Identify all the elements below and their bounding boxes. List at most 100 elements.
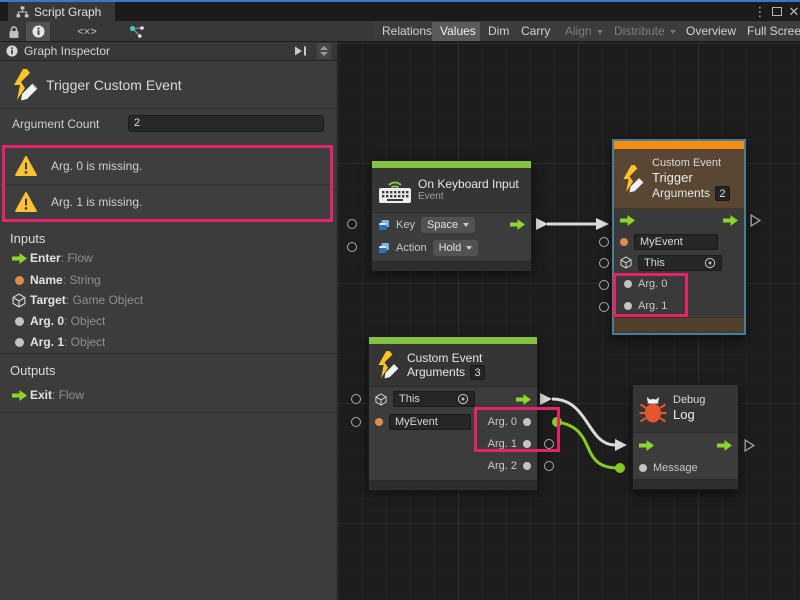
event-name-field[interactable]: MyEvent [389, 414, 471, 430]
value-port-icon [378, 219, 390, 231]
node-category: Custom Event [407, 351, 485, 365]
string-port-icon[interactable] [375, 418, 383, 426]
values-button[interactable]: Values [432, 22, 484, 41]
node-footer [633, 479, 738, 489]
target-field[interactable]: This [638, 255, 722, 271]
flow-continuation-triangle[interactable] [750, 214, 761, 227]
gameobject-cube-icon[interactable] [375, 393, 387, 406]
action-label: Action [396, 242, 427, 254]
flow-output-port[interactable] [510, 219, 525, 230]
event-name-field[interactable]: MyEvent [634, 234, 718, 250]
keyboard-icon [378, 177, 412, 204]
info-icon [32, 25, 45, 38]
node-custom-event-arguments[interactable]: Custom Event Arguments3 This [368, 336, 538, 488]
port-keyboard-key[interactable] [347, 219, 357, 229]
flow-continuation-triangle[interactable] [744, 439, 755, 452]
align-dropdown[interactable]: Align [557, 22, 611, 41]
tab-script-graph[interactable]: Script Graph [8, 2, 115, 21]
port-trigger-name[interactable] [599, 237, 609, 247]
object-picker-icon[interactable] [704, 257, 716, 269]
window-menu-button[interactable]: ⋮ [752, 2, 768, 21]
arg1-port-dot[interactable] [624, 302, 632, 310]
arg2-out-port-dot[interactable] [523, 462, 531, 470]
lock-button[interactable] [2, 22, 26, 41]
spin-up-icon [320, 46, 328, 50]
overview-button[interactable]: Overview [678, 22, 744, 41]
flow-output-port[interactable] [723, 215, 738, 226]
message-label: Message [653, 462, 698, 474]
close-button[interactable]: ✕ [786, 2, 800, 21]
node-footer [369, 480, 537, 490]
inspector-header: Graph Inspector [0, 42, 337, 61]
port-keyboard-action[interactable] [347, 242, 357, 252]
relations-button[interactable]: Relations [374, 22, 440, 41]
input-row-name: Name : String [0, 270, 337, 290]
port-trigger-arg0[interactable] [599, 280, 609, 290]
custom-event-icon [10, 68, 40, 102]
dim-button[interactable]: Dim [480, 22, 517, 41]
port-trigger-target[interactable] [599, 258, 609, 268]
node-trigger-custom-event[interactable]: Custom Event Trigger Arguments2 MyEvent [612, 139, 746, 335]
carry-button[interactable]: Carry [513, 22, 558, 41]
custom-event-icon [375, 350, 401, 380]
arg1-out-port-dot[interactable] [523, 440, 531, 448]
node-footer [614, 317, 744, 331]
input-row-arg1: Arg. 1 : Object [0, 332, 337, 352]
port-arguments-target[interactable] [351, 394, 361, 404]
code-view-button[interactable]: <×> [70, 22, 104, 41]
arguments-count-badge[interactable]: 2 [715, 186, 730, 201]
output-row-exit: Exit : Flow [0, 385, 337, 405]
gameobject-cube-icon[interactable] [620, 256, 632, 269]
panel-spinner[interactable] [317, 43, 331, 59]
object-picker-icon[interactable] [457, 393, 469, 405]
port-arguments-arg1-out[interactable] [544, 439, 554, 449]
inspector-header-label: Graph Inspector [24, 44, 110, 58]
dock-panel-icon[interactable] [295, 46, 307, 56]
warning-text: Arg. 0 is missing. [51, 159, 142, 173]
script-graph-window: Script Graph ⋮ ✕ <×> [0, 0, 800, 600]
warning-row: Arg. 0 is missing. [5, 148, 330, 184]
warning-row: Arg. 1 is missing. [5, 184, 330, 220]
node-on-keyboard-input[interactable]: On Keyboard Input Event Key Space [371, 160, 532, 270]
flow-arrow-icon [8, 253, 30, 264]
arg2-out-label: Arg. 2 [488, 460, 517, 472]
node-category: Debug [673, 394, 705, 407]
node-arguments-row: Arguments3 [407, 365, 485, 380]
port-arguments-name[interactable] [351, 417, 361, 427]
node-title: Log [673, 407, 705, 423]
chevron-down-icon [597, 30, 603, 34]
graph-asset-icon [128, 22, 146, 41]
maximize-icon [772, 7, 782, 16]
message-port-dot[interactable] [639, 464, 647, 472]
key-dropdown[interactable]: Space [421, 217, 475, 233]
argument-count-field[interactable]: 2 [128, 115, 324, 132]
tab-bar: Script Graph ⋮ ✕ [0, 2, 800, 21]
maximize-button[interactable] [769, 2, 785, 21]
string-port-icon[interactable] [620, 238, 628, 246]
arg0-out-port-dot[interactable] [523, 418, 531, 426]
custom-event-icon [620, 164, 646, 194]
arg1-label: Arg. 1 [638, 300, 667, 312]
flow-arrow-icon [8, 390, 30, 401]
arguments-count-badge[interactable]: 3 [470, 365, 485, 380]
action-dropdown[interactable]: Hold [433, 240, 479, 256]
distribute-dropdown[interactable]: Distribute [606, 22, 684, 41]
node-debug-log[interactable]: Debug Log Message [632, 384, 739, 490]
arg0-label: Arg. 0 [638, 278, 667, 290]
flow-output-port[interactable] [516, 394, 531, 405]
target-field[interactable]: This [393, 391, 475, 407]
port-trigger-arg1[interactable] [599, 302, 609, 312]
object-port-icon [8, 317, 30, 326]
unit-title-block: Trigger Custom Event [0, 62, 337, 109]
flow-output-port[interactable] [717, 440, 732, 451]
inspector-toggle-button[interactable] [26, 22, 50, 41]
arg0-port-dot[interactable] [624, 280, 632, 288]
arg0-out-label: Arg. 0 [488, 416, 517, 428]
flow-input-port[interactable] [620, 215, 635, 226]
flow-input-port[interactable] [639, 440, 654, 451]
port-arguments-arg2-out[interactable] [544, 461, 554, 471]
input-row-target: Target : Game Object [0, 290, 337, 310]
warning-annotation-box: Arg. 0 is missing. Arg. 1 is missing. [2, 145, 333, 222]
graph-hierarchy-icon [16, 6, 29, 18]
fullscreen-button[interactable]: Full Screen [739, 22, 800, 41]
